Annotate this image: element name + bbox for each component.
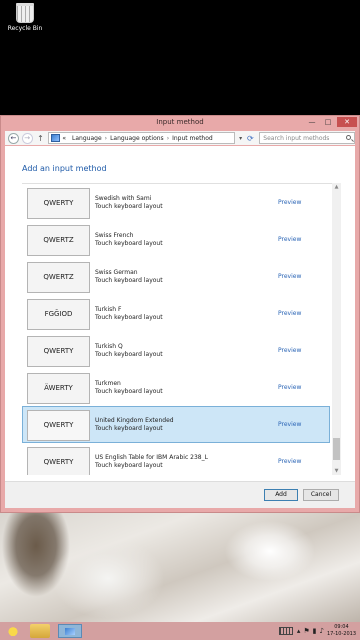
forward-button[interactable]: →: [21, 132, 33, 144]
cancel-button[interactable]: Cancel: [303, 489, 339, 501]
main-content: Add an input method QWERTY Swedish with …: [5, 146, 355, 481]
breadcrumb-separator-icon: ›: [166, 134, 170, 142]
internet-explorer-icon[interactable]: [3, 624, 23, 638]
preview-link[interactable]: Preview: [278, 421, 301, 428]
preview-link[interactable]: Preview: [278, 236, 301, 243]
item-type: Touch keyboard layout: [95, 277, 163, 284]
input-method-list: QWERTY Swedish with Sami Touch keyboard …: [22, 183, 341, 475]
list-item[interactable]: QWERTY US English Table for IBM Arabic 2…: [22, 443, 330, 475]
touch-keyboard-icon[interactable]: [278, 627, 293, 635]
item-name: Swiss French: [95, 232, 134, 239]
address-dropdown-icon[interactable]: ▾: [236, 135, 246, 142]
keyboard-preview-tile: ÄWERTY: [27, 373, 90, 404]
up-button[interactable]: ↑: [37, 134, 45, 143]
item-type: Touch keyboard layout: [95, 388, 163, 395]
search-input[interactable]: Search input methods: [259, 132, 355, 144]
item-name: Turkmen: [95, 380, 121, 387]
recycle-bin-label: Recycle Bin: [7, 25, 43, 32]
preview-link[interactable]: Preview: [278, 310, 301, 317]
list-item[interactable]: QWERTY Turkish Q Touch keyboard layout P…: [22, 332, 330, 369]
add-button[interactable]: Add: [264, 489, 298, 501]
item-type: Touch keyboard layout: [95, 203, 163, 210]
back-button[interactable]: ←: [8, 132, 19, 144]
scroll-down-icon[interactable]: ▼: [332, 467, 341, 475]
minimize-button[interactable]: —: [305, 117, 319, 127]
navigation-bar: ← → ↑ « Language › Language options › In…: [5, 131, 355, 145]
list-scrollbar[interactable]: ▲ ▼: [332, 183, 341, 475]
preview-link[interactable]: Preview: [278, 347, 301, 354]
control-panel-taskbar-icon[interactable]: [58, 624, 82, 638]
taskbar-clock[interactable]: 09:04 17-10-2013: [327, 624, 356, 638]
system-tray: ▴ ⚑ ▮ ♪ 09:04 17-10-2013: [278, 622, 360, 640]
item-name: Swiss German: [95, 269, 138, 276]
page-title: Add an input method: [22, 164, 107, 173]
list-item[interactable]: ÄWERTY Turkmen Touch keyboard layout Pre…: [22, 369, 330, 406]
breadcrumb-separator-icon: ›: [104, 134, 108, 142]
item-name: US English Table for IBM Arabic 238_L: [95, 454, 208, 461]
recycle-bin[interactable]: Recycle Bin: [3, 3, 47, 32]
keyboard-preview-tile: QWERTY: [27, 410, 90, 441]
list-item[interactable]: FGĞIOD Turkish F Touch keyboard layout P…: [22, 295, 330, 332]
flag-icon[interactable]: ⚑: [303, 627, 309, 635]
keyboard-preview-tile: QWERTY: [27, 336, 90, 367]
list-item[interactable]: QWERTZ Swiss German Touch keyboard layou…: [22, 258, 330, 295]
network-icon[interactable]: ▮: [313, 627, 317, 635]
keyboard-preview-tile: FGĞIOD: [27, 299, 90, 330]
recycle-bin-icon: [16, 3, 34, 23]
scroll-up-icon[interactable]: ▲: [332, 183, 341, 191]
item-name: Turkish Q: [95, 343, 123, 350]
breadcrumb-language[interactable]: Language: [72, 135, 102, 142]
file-explorer-icon[interactable]: [30, 624, 50, 638]
address-bar[interactable]: « Language › Language options › Input me…: [48, 132, 235, 144]
keyboard-preview-tile: QWERTZ: [27, 262, 90, 293]
breadcrumb-language-options[interactable]: Language options: [110, 135, 164, 142]
preview-link[interactable]: Preview: [278, 273, 301, 280]
refresh-icon[interactable]: ⟳: [246, 134, 256, 143]
control-panel-icon: [51, 134, 61, 142]
input-method-window: Input method — □ ✕ ← → ↑ « Language › La…: [0, 115, 360, 513]
close-button[interactable]: ✕: [337, 117, 357, 127]
desktop-wallpaper: [0, 513, 360, 622]
keyboard-preview-tile: QWERTY: [27, 447, 90, 475]
clock-date: 17-10-2013: [326, 631, 356, 637]
search-placeholder: Search input methods: [263, 135, 330, 142]
item-type: Touch keyboard layout: [95, 314, 163, 321]
window-title: Input method: [156, 118, 204, 126]
preview-link[interactable]: Preview: [278, 199, 301, 206]
item-name: Turkish F: [95, 306, 122, 313]
item-name: Swedish with Sami: [95, 195, 152, 202]
keyboard-preview-tile: QWERTY: [27, 188, 90, 219]
preview-link[interactable]: Preview: [278, 458, 301, 465]
window-titlebar[interactable]: Input method — □ ✕: [1, 116, 359, 129]
scroll-thumb[interactable]: [333, 438, 340, 460]
volume-icon[interactable]: ♪: [319, 627, 323, 635]
show-hidden-icons-icon[interactable]: ▴: [297, 627, 301, 635]
item-type: Touch keyboard layout: [95, 240, 163, 247]
dialog-footer: Add Cancel: [5, 481, 355, 508]
item-type: Touch keyboard layout: [95, 351, 163, 358]
window-controls: — □ ✕: [305, 117, 357, 127]
maximize-button[interactable]: □: [321, 117, 335, 127]
breadcrumb-prefix: «: [62, 134, 67, 142]
list-item[interactable]: QWERTY Swedish with Sami Touch keyboard …: [22, 184, 330, 221]
item-type: Touch keyboard layout: [95, 462, 163, 469]
breadcrumb-input-method[interactable]: Input method: [172, 135, 213, 142]
desktop: Recycle Bin: [0, 0, 360, 115]
taskbar: ▴ ⚑ ▮ ♪ 09:04 17-10-2013: [0, 622, 360, 640]
list-item-selected[interactable]: QWERTY United Kingdom Extended Touch key…: [22, 406, 330, 443]
item-type: Touch keyboard layout: [95, 425, 163, 432]
keyboard-preview-tile: QWERTZ: [27, 225, 90, 256]
clock-time: 09:04: [334, 624, 349, 630]
item-name: United Kingdom Extended: [95, 417, 174, 424]
search-icon: [345, 135, 351, 140]
list-item[interactable]: QWERTZ Swiss French Touch keyboard layou…: [22, 221, 330, 258]
preview-link[interactable]: Preview: [278, 384, 301, 391]
